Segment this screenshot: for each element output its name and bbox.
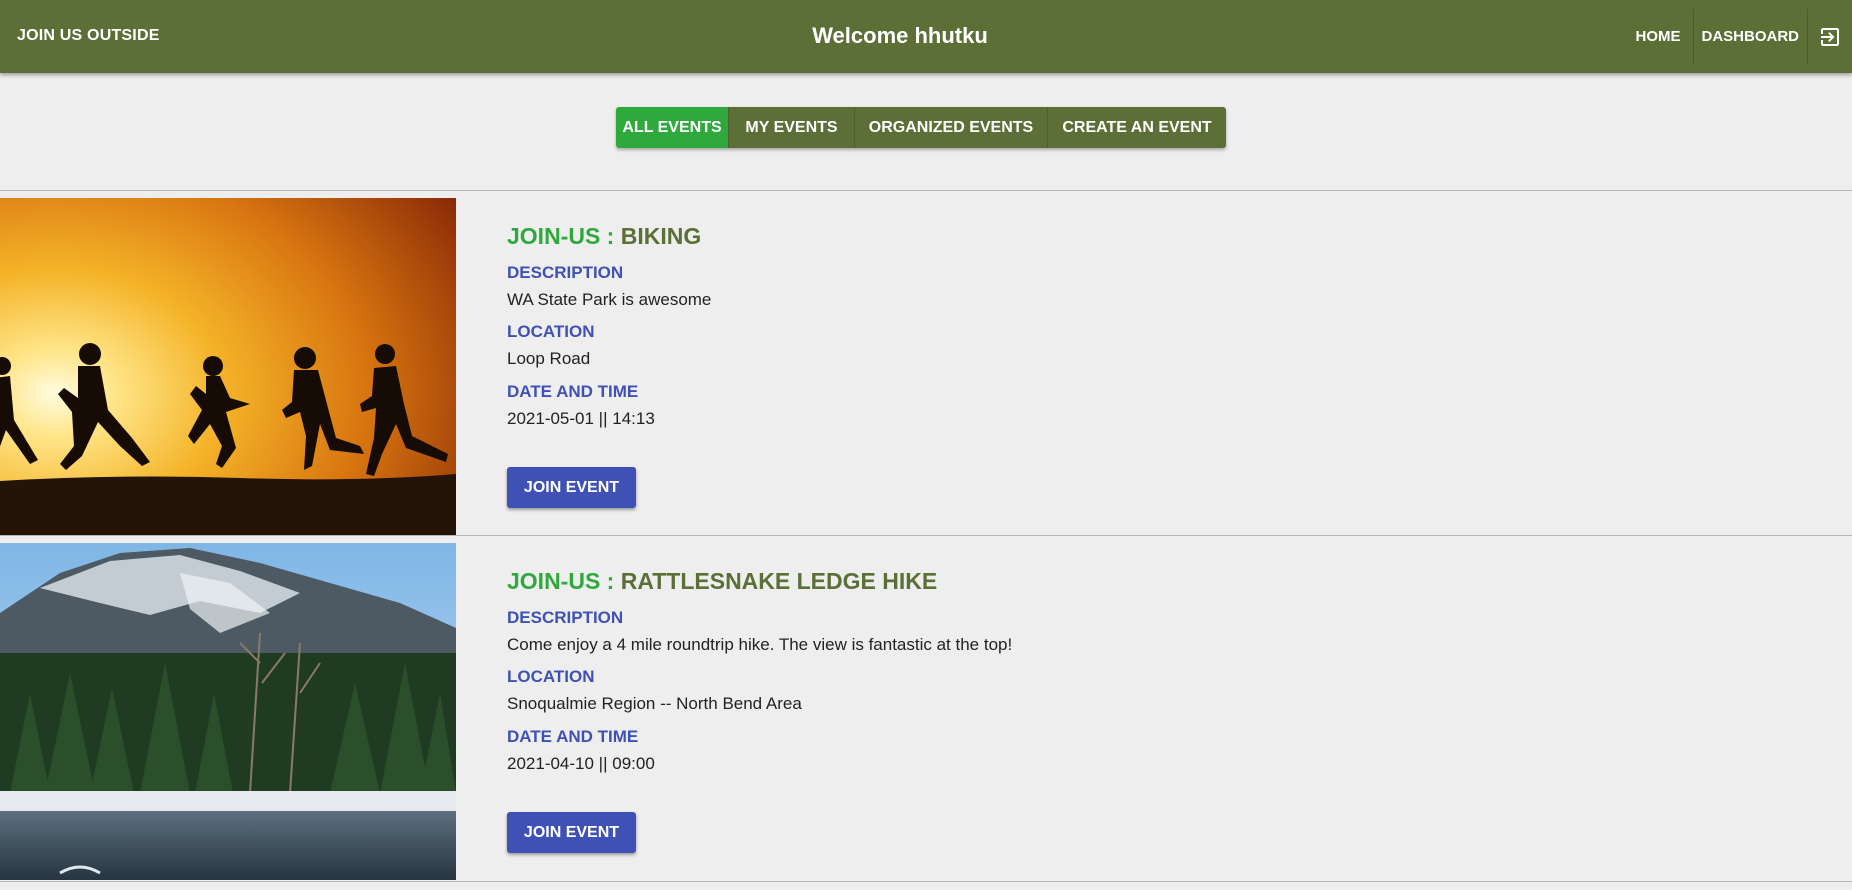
- event-name: BIKING: [620, 223, 702, 249]
- description-label: DESCRIPTION: [507, 608, 624, 627]
- section-divider: [0, 190, 1852, 191]
- event-location: Loop Road: [507, 349, 591, 368]
- event-divider: [0, 881, 1852, 882]
- top-nav: HOME DASHBOARD: [1628, 0, 1852, 73]
- event-title: JOIN-US : BIKING: [507, 223, 701, 250]
- join-event-button[interactable]: JOIN EVENT: [507, 812, 636, 853]
- event-divider: [0, 535, 1852, 536]
- event-card: JOIN-US : RATTLESNAKE LEDGE HIKE DESCRIP…: [0, 543, 1852, 880]
- event-title: JOIN-US : RATTLESNAKE LEDGE HIKE: [507, 568, 937, 595]
- nav-home-link[interactable]: HOME: [1628, 8, 1693, 65]
- welcome-title: Welcome hhutku: [812, 23, 988, 48]
- location-label: LOCATION: [507, 322, 595, 341]
- event-name: RATTLESNAKE LEDGE HIKE: [620, 568, 938, 594]
- title-prefix: JOIN-US :: [507, 568, 621, 594]
- event-datetime: 2021-05-01 || 14:13: [507, 409, 655, 428]
- tab-my-events[interactable]: MY EVENTS: [729, 107, 855, 148]
- top-app-bar: JOIN US OUTSIDE Welcome hhutku HOME DASH…: [0, 0, 1852, 73]
- join-event-button[interactable]: JOIN EVENT: [507, 467, 636, 508]
- tab-all-events[interactable]: ALL EVENTS: [616, 107, 729, 148]
- tab-organized-events[interactable]: ORGANIZED EVENTS: [855, 107, 1048, 148]
- datetime-label: DATE AND TIME: [507, 382, 639, 401]
- logout-button[interactable]: [1808, 8, 1852, 65]
- nav-dashboard-link[interactable]: DASHBOARD: [1694, 8, 1808, 65]
- mountain-lake-image: [0, 543, 456, 880]
- event-description: WA State Park is awesome: [507, 290, 712, 309]
- event-image: [0, 198, 456, 535]
- event-image: [0, 543, 456, 880]
- datetime-label: DATE AND TIME: [507, 727, 639, 746]
- logout-icon: [1821, 27, 1839, 46]
- event-location: Snoqualmie Region -- North Bend Area: [507, 694, 802, 713]
- tab-create-event[interactable]: CREATE AN EVENT: [1048, 107, 1226, 148]
- location-label: LOCATION: [507, 667, 595, 686]
- sunset-runners-image: [0, 198, 456, 535]
- title-prefix: JOIN-US :: [507, 223, 621, 249]
- event-filter-tabs: ALL EVENTS MY EVENTS ORGANIZED EVENTS CR…: [616, 107, 1226, 148]
- event-datetime: 2021-04-10 || 09:00: [507, 754, 655, 773]
- event-description: Come enjoy a 4 mile roundtrip hike. The …: [507, 635, 1013, 654]
- description-label: DESCRIPTION: [507, 263, 624, 282]
- event-card: JOIN-US : BIKING DESCRIPTION WA State Pa…: [0, 198, 1852, 535]
